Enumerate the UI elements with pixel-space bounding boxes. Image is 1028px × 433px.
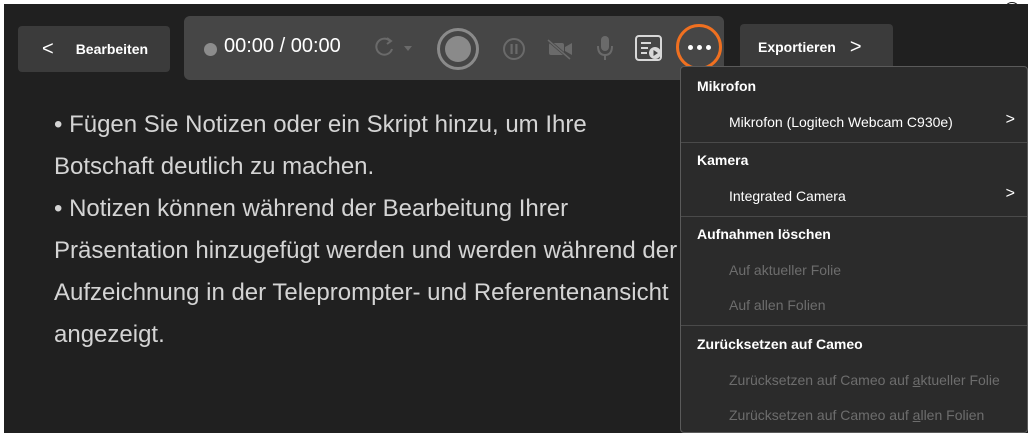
more-options-menu: Mikrofon Mikrofon (Logitech Webcam C930e… — [680, 66, 1028, 433]
notes-line: Aufzeichnung in der Teleprompter- und Re… — [54, 279, 669, 306]
notes-line: • Fügen Sie Notizen oder ein Skript hinz… — [54, 111, 587, 138]
menu-item-text: ktueller Folie — [920, 372, 1000, 388]
menu-item-text: Zurücksetzen auf Cameo auf — [729, 372, 913, 388]
menu-divider — [681, 216, 1027, 217]
recording-toolbar: 00:00 / 00:00 — [184, 16, 724, 80]
record-indicator-icon — [204, 43, 217, 56]
menu-header-reset-cameo: Zurücksetzen auf Cameo — [697, 336, 863, 352]
menu-item-reset-cameo-current-slide[interactable]: Zurücksetzen auf Cameo auf aktueller Fol… — [729, 372, 1000, 388]
menu-item-delete-current-slide[interactable]: Auf aktueller Folie — [729, 262, 841, 278]
camera-off-icon[interactable] — [546, 38, 574, 60]
notes-line: angezeigt. — [54, 321, 165, 348]
back-to-edit-button[interactable]: < Bearbeiten — [18, 26, 170, 72]
chevron-right-icon: > — [1005, 185, 1015, 202]
menu-item-text: Zurücksetzen auf Cameo auf — [729, 407, 913, 423]
menu-header-microphone: Mikrofon — [697, 78, 757, 94]
notes-line: Botschaft deutlich zu machen. — [54, 153, 375, 180]
back-button-label: Bearbeiten — [75, 41, 149, 57]
more-options-button[interactable] — [676, 24, 722, 70]
recording-stage: < Bearbeiten 00:00 / 00:00 Exportieren >… — [4, 4, 1028, 433]
chevron-right-icon: > — [1005, 111, 1015, 128]
dot-icon — [705, 44, 711, 50]
menu-divider — [681, 142, 1027, 143]
pause-icon[interactable] — [502, 37, 526, 61]
notes-line: • Notizen können während der Bearbeitung… — [54, 195, 569, 222]
export-button-label: Exportieren — [758, 39, 836, 55]
menu-item-camera-select[interactable]: Integrated Camera — [729, 188, 846, 204]
dot-icon — [696, 44, 702, 50]
record-button[interactable] — [437, 28, 479, 70]
export-button[interactable]: Exportieren > — [740, 24, 893, 70]
retake-icon[interactable] — [370, 35, 414, 61]
menu-item-delete-all-slides[interactable]: Auf allen Folien — [729, 297, 826, 313]
teleprompter-notes: • Fügen Sie Notizen oder ein Skript hinz… — [54, 104, 704, 356]
notes-line: Präsentation hinzugefügt werden und werd… — [54, 237, 678, 264]
menu-item-text: llen Folien — [920, 407, 985, 423]
menu-header-camera: Kamera — [697, 152, 749, 168]
presenter-view-icon[interactable] — [634, 33, 664, 63]
chevron-right-icon: > — [849, 35, 862, 58]
recording-timer: 00:00 / 00:00 — [224, 35, 341, 57]
menu-item-microphone-select[interactable]: Mikrofon (Logitech Webcam C930e) — [729, 114, 953, 130]
microphone-icon[interactable] — [596, 34, 614, 62]
menu-item-reset-cameo-all-slides[interactable]: Zurücksetzen auf Cameo auf allen Folien — [729, 407, 984, 423]
chevron-left-icon: < — [42, 37, 54, 60]
menu-header-delete-recordings: Aufnahmen löschen — [697, 226, 831, 242]
dot-icon — [687, 44, 693, 50]
menu-divider — [681, 325, 1027, 326]
